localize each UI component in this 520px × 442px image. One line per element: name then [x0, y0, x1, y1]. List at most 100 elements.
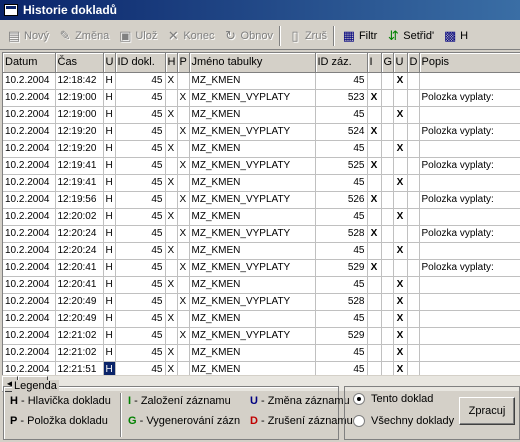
sort-button[interactable]: ⇵ Setřid' — [381, 24, 438, 48]
column-header[interactable]: ID dokl. — [115, 53, 166, 73]
table-cell[interactable] — [381, 89, 394, 107]
table-cell[interactable]: H — [103, 259, 116, 277]
table-cell[interactable]: X — [367, 225, 382, 243]
table-cell[interactable] — [393, 191, 408, 209]
table-cell[interactable]: X — [367, 191, 382, 209]
column-header[interactable]: G — [381, 53, 394, 73]
table-row[interactable]: 10.2.2004 12:20:41 H 45 X MZ_KMEN 45 X — [3, 276, 520, 294]
table-cell[interactable]: Polozka vyplaty: — [419, 89, 520, 107]
table-cell[interactable] — [367, 361, 382, 375]
table-cell[interactable] — [393, 123, 408, 141]
table-cell[interactable]: X — [393, 327, 408, 345]
column-header[interactable]: H — [165, 53, 178, 73]
table-cell[interactable]: H — [103, 157, 116, 175]
table-cell[interactable]: 10.2.2004 — [3, 361, 56, 375]
table-cell[interactable]: H — [103, 174, 116, 192]
table-cell[interactable]: X — [165, 208, 178, 226]
table-cell[interactable]: 45 — [315, 276, 368, 294]
table-cell[interactable]: 12:21:02 — [55, 327, 104, 345]
table-cell[interactable]: 528 — [315, 225, 368, 243]
table-cell[interactable] — [407, 106, 420, 124]
table-cell[interactable] — [177, 344, 190, 362]
radio-unselected-icon[interactable] — [353, 415, 365, 427]
table-cell[interactable]: MZ_KMEN — [189, 344, 316, 362]
table-cell[interactable]: 45 — [115, 242, 166, 260]
delete-button[interactable]: ▯ Zruš — [283, 24, 331, 48]
table-cell[interactable] — [177, 106, 190, 124]
table-cell[interactable] — [381, 327, 394, 345]
table-cell[interactable] — [177, 361, 190, 375]
table-cell[interactable] — [367, 327, 382, 345]
table-cell[interactable]: X — [165, 140, 178, 158]
table-cell[interactable]: 12:20:02 — [55, 208, 104, 226]
table-cell[interactable]: 524 — [315, 123, 368, 141]
table-cell[interactable] — [419, 140, 520, 158]
table-cell[interactable]: 45 — [115, 361, 166, 375]
table-cell[interactable]: X — [393, 106, 408, 124]
column-header[interactable]: Datum — [3, 53, 56, 73]
radio-selected-icon[interactable] — [353, 393, 365, 405]
column-header[interactable]: ID záz. — [315, 53, 368, 73]
table-cell[interactable]: 12:19:20 — [55, 123, 104, 141]
table-cell[interactable]: 12:19:41 — [55, 174, 104, 192]
table-cell[interactable]: X — [165, 276, 178, 294]
table-cell[interactable]: MZ_KMEN_VYPLATY — [189, 225, 316, 243]
table-cell[interactable]: MZ_KMEN — [189, 276, 316, 294]
column-header[interactable]: I — [367, 53, 382, 73]
table-row[interactable]: 10.2.2004 12:20:49 H 45 X MZ_KMEN 45 X — [3, 310, 520, 328]
table-cell[interactable] — [407, 89, 420, 107]
table-cell[interactable]: 45 — [115, 140, 166, 158]
table-cell[interactable] — [407, 344, 420, 362]
table-row[interactable]: 10.2.2004 12:18:42 H 45 X MZ_KMEN 45 X — [3, 72, 520, 90]
table-cell[interactable]: H — [103, 344, 116, 362]
table-cell[interactable]: 10.2.2004 — [3, 157, 56, 175]
column-header[interactable]: U — [103, 53, 116, 73]
table-cell[interactable] — [381, 174, 394, 192]
table-row[interactable]: 10.2.2004 12:19:00 H 45 X MZ_KMEN_VYPLATY 523 X… — [3, 89, 520, 107]
column-header[interactable]: P — [177, 53, 190, 73]
table-cell[interactable]: 10.2.2004 — [3, 276, 56, 294]
table-cell[interactable]: X — [393, 344, 408, 362]
table-cell[interactable]: 45 — [315, 310, 368, 328]
table-cell[interactable]: H — [103, 208, 116, 226]
table-cell[interactable]: 12:20:49 — [55, 293, 104, 311]
table-cell[interactable]: MZ_KMEN — [189, 361, 316, 375]
table-cell[interactable]: 10.2.2004 — [3, 191, 56, 209]
table-row[interactable]: 10.2.2004 12:21:02 H 45 X MZ_KMEN 45 X — [3, 344, 520, 362]
table-cell[interactable]: MZ_KMEN_VYPLATY — [189, 259, 316, 277]
table-cell[interactable]: X — [165, 310, 178, 328]
table-cell[interactable] — [407, 310, 420, 328]
table-cell[interactable]: 10.2.2004 — [3, 225, 56, 243]
table-cell[interactable]: 45 — [115, 276, 166, 294]
table-cell[interactable] — [381, 344, 394, 362]
table-cell[interactable]: 12:19:41 — [55, 157, 104, 175]
table-row[interactable]: 10.2.2004 12:19:20 H 45 X MZ_KMEN_VYPLATY 524 X… — [3, 123, 520, 141]
table-cell[interactable]: X — [177, 123, 190, 141]
table-cell[interactable]: 10.2.2004 — [3, 208, 56, 226]
table-cell[interactable]: H — [103, 242, 116, 260]
table-cell[interactable]: 45 — [115, 310, 166, 328]
table-cell[interactable] — [381, 293, 394, 311]
table-cell[interactable]: 10.2.2004 — [3, 106, 56, 124]
table-cell[interactable] — [381, 191, 394, 209]
table-cell[interactable]: X — [165, 344, 178, 362]
table-cell[interactable] — [165, 89, 178, 107]
table-cell[interactable] — [393, 225, 408, 243]
table-cell[interactable]: 45 — [115, 327, 166, 345]
table-cell[interactable]: MZ_KMEN_VYPLATY — [189, 191, 316, 209]
table-cell[interactable]: H — [103, 123, 116, 141]
table-cell[interactable] — [165, 293, 178, 311]
table-cell[interactable] — [419, 242, 520, 260]
table-cell[interactable]: X — [165, 106, 178, 124]
table-cell[interactable]: X — [165, 174, 178, 192]
table-row[interactable]: 10.2.2004 12:19:41 H 45 X MZ_KMEN_VYPLATY 525 X… — [3, 157, 520, 175]
table-cell[interactable]: 45 — [115, 157, 166, 175]
table-cell[interactable] — [367, 72, 382, 90]
table-cell[interactable]: X — [165, 361, 178, 375]
table-cell[interactable]: 45 — [115, 225, 166, 243]
table-cell[interactable]: X — [165, 72, 178, 90]
table-cell[interactable] — [419, 327, 520, 345]
table-cell[interactable] — [367, 106, 382, 124]
table-cell[interactable]: 12:20:41 — [55, 259, 104, 277]
table-cell[interactable]: X — [393, 361, 408, 375]
